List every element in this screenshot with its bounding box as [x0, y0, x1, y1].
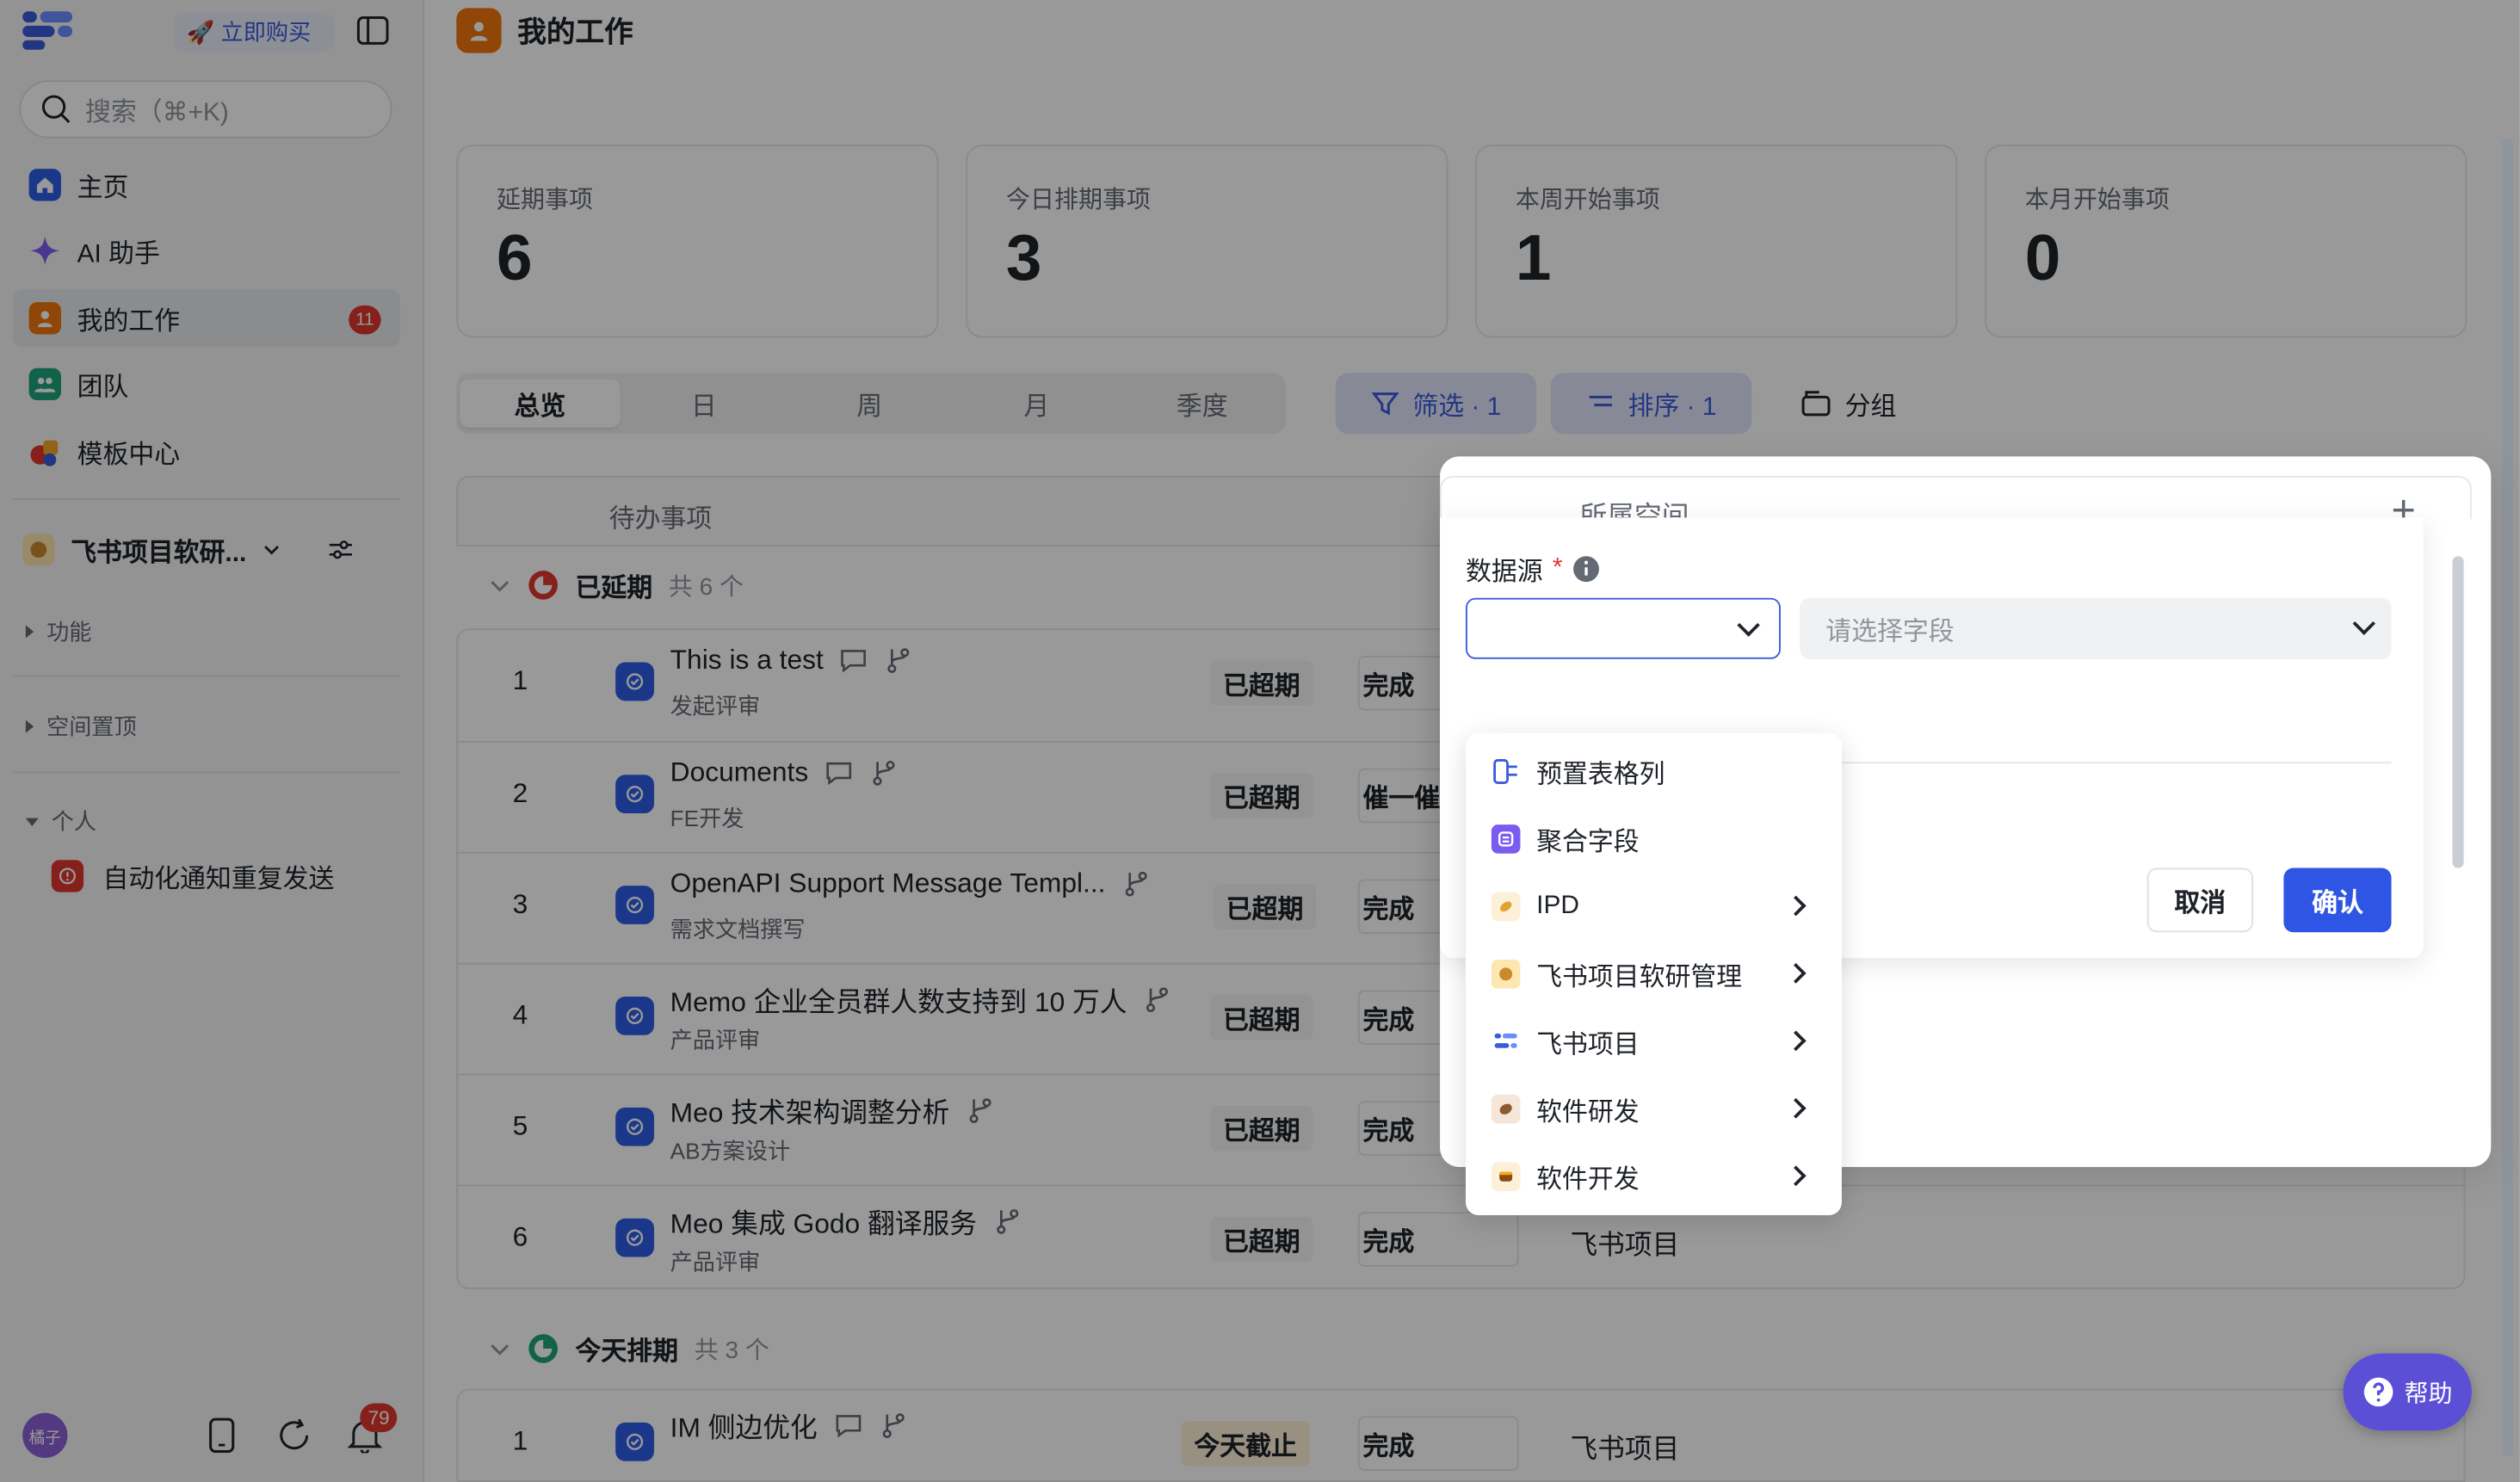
aggregate-icon	[1491, 824, 1521, 854]
option-software-rd[interactable]: 软件研发	[1466, 1077, 1842, 1141]
option-feishu-project[interactable]: 飞书项目	[1466, 1010, 1842, 1074]
chevron-down-icon	[2352, 612, 2376, 635]
field-config-popup: 所属空间 + 数据源 * 请选择字段 取消 确认 预置表格列	[1440, 456, 2492, 1215]
datasource-panel: 数据源 * 请选择字段 取消 确认 预置表格列 聚合字段 IPD 飞书项目软研管…	[1440, 517, 2424, 1215]
chevron-right-icon	[1785, 1030, 1807, 1052]
space-project-icon	[1492, 1027, 1521, 1056]
space-ipd-icon	[1491, 892, 1521, 922]
option-preset-columns[interactable]: 预置表格列	[1466, 739, 1842, 804]
popup-scrollbar[interactable]	[2452, 556, 2464, 868]
chevron-right-icon	[1785, 895, 1807, 917]
space-rd-icon	[1491, 960, 1521, 989]
info-icon[interactable]	[1572, 554, 1602, 584]
option-software-dev[interactable]: 软件开发	[1466, 1145, 1842, 1209]
confirm-button[interactable]: 确认	[2283, 868, 2392, 933]
datasource-select[interactable]	[1465, 597, 1781, 659]
chevron-right-icon	[1785, 1165, 1807, 1187]
field-select[interactable]: 请选择字段	[1800, 597, 2392, 659]
page-scrollbar[interactable]	[2502, 138, 2514, 1457]
space-dev-icon	[1491, 1162, 1521, 1191]
option-aggregate-field[interactable]: 聚合字段	[1466, 807, 1842, 872]
table-column-icon	[1492, 757, 1521, 787]
chevron-right-icon	[1785, 1097, 1807, 1119]
datasource-dropdown: 预置表格列 聚合字段 IPD 飞书项目软研管理 飞书项目 软件研发 软件开发	[1465, 732, 1842, 1215]
popup-header: 所属空间	[1440, 475, 2472, 532]
option-ipd[interactable]: IPD	[1466, 874, 1842, 939]
datasource-label: 数据源 *	[1466, 550, 1601, 589]
cancel-button[interactable]: 取消	[2146, 868, 2253, 933]
help-button[interactable]: 帮助	[2343, 1353, 2472, 1431]
chevron-down-icon	[1737, 614, 1760, 637]
option-feishu-rd[interactable]: 飞书项目软研管理	[1466, 942, 1842, 1006]
question-icon	[2363, 1377, 2393, 1407]
chevron-right-icon	[1785, 963, 1807, 984]
space-software-icon	[1491, 1094, 1521, 1124]
